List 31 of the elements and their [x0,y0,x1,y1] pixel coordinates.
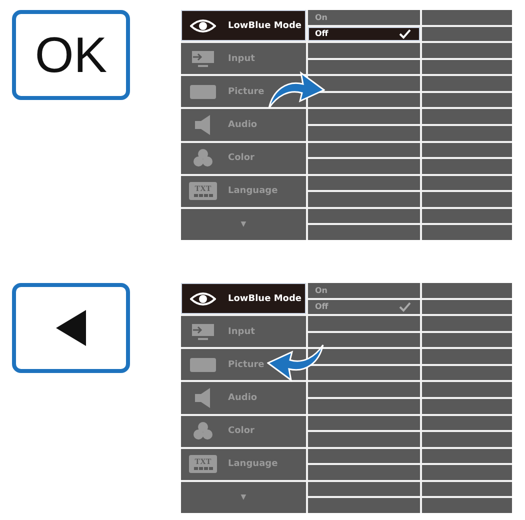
menu-item[interactable]: LowBlue Mode [181,283,306,314]
speaker-icon [195,114,211,135]
menu-item[interactable]: Audio [181,382,306,414]
eye-icon [190,292,216,306]
eye-icon [190,18,216,33]
option-item[interactable]: On [308,283,420,298]
option-item[interactable]: On [308,10,420,25]
curved-arrow-icon [267,343,325,383]
menu-item[interactable]: Audio [181,109,306,141]
color-icon [193,148,213,168]
menu-item[interactable]: TXT Language [181,176,306,207]
input-icon [190,50,216,68]
speaker-icon [195,388,211,408]
option-item[interactable]: Off [308,300,420,314]
menu-item[interactable]: LowBlue Mode [181,10,306,42]
language-icon: TXT [189,455,217,474]
curved-arrow-icon [267,70,325,110]
menu-item[interactable]: Input [181,316,306,348]
language-icon: TXT [189,182,217,200]
menu-item[interactable]: Color [181,416,306,447]
ok-key[interactable]: OK [12,10,130,100]
menu-item[interactable]: Color [181,142,306,174]
left-triangle-icon [56,310,86,346]
screen-icon [190,358,216,372]
back-key[interactable] [12,283,130,373]
menu-item[interactable]: Input [181,43,306,74]
option-item[interactable]: Off [308,26,420,42]
color-icon [193,421,213,442]
screen-icon [190,84,216,99]
input-icon [190,322,216,341]
menu-item[interactable]: TXT Language [181,448,306,480]
